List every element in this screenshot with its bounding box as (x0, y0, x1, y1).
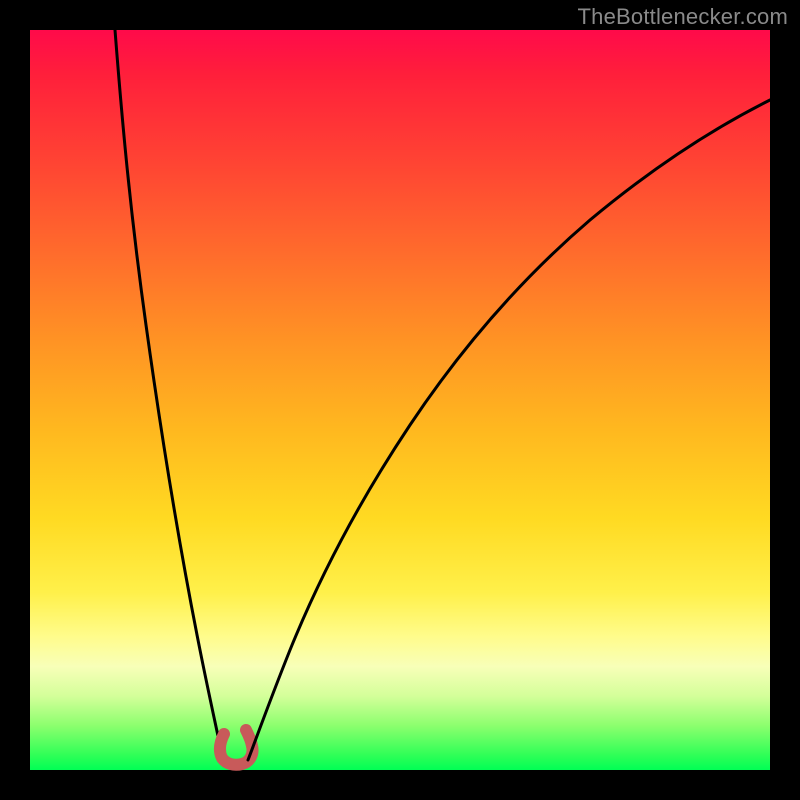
chart-frame: TheBottlenecker.com (0, 0, 800, 800)
curve-layer (30, 30, 770, 770)
curve-right-branch (248, 100, 770, 760)
plot-area (30, 30, 770, 770)
watermark-text: TheBottlenecker.com (578, 4, 788, 30)
curve-left-branch (115, 30, 223, 760)
